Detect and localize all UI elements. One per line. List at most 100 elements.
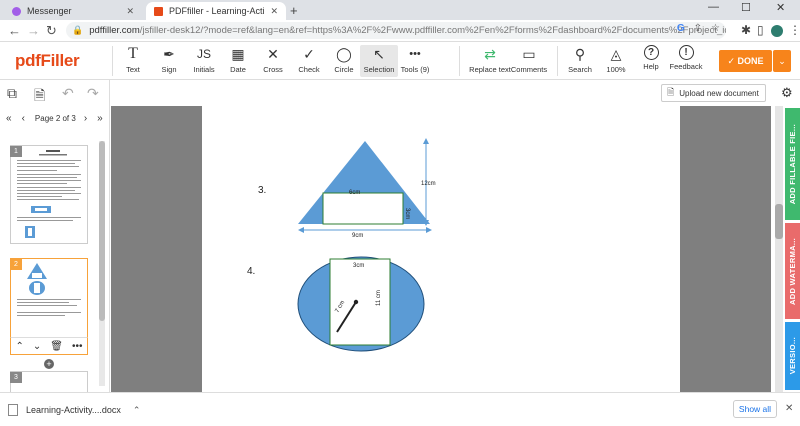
- minimize-button[interactable]: —: [708, 1, 719, 13]
- show-all-button[interactable]: Show all: [733, 400, 777, 418]
- upload-new-document-button[interactable]: 🗎 Upload new document: [661, 84, 766, 102]
- rect-width-label: 3cm: [353, 263, 364, 269]
- gear-icon[interactable]: ⚙: [781, 85, 793, 101]
- center-point: [353, 299, 359, 305]
- close-icon[interactable]: ✕: [270, 6, 278, 17]
- zoom-icon: ◬: [610, 45, 622, 62]
- close-icon[interactable]: ✕: [785, 403, 793, 414]
- close-window-button[interactable]: ✕: [776, 1, 785, 14]
- done-button[interactable]: ✓ DONE: [719, 50, 772, 72]
- new-tab-button[interactable]: +: [290, 3, 298, 18]
- tab-add-watermark[interactable]: ADD WATERMA...: [785, 223, 800, 319]
- replace-text-tool[interactable]: ⇄ Replace text: [469, 45, 511, 75]
- next-page-icon[interactable]: ›: [84, 113, 87, 124]
- tab-messenger[interactable]: Messenger ✕: [4, 2, 142, 20]
- arrowhead: [423, 138, 429, 144]
- date-tool[interactable]: ▦ Date: [219, 45, 257, 75]
- page-actions-bar: ⌃ ⌄ 🗑 •••: [10, 337, 88, 355]
- url-input[interactable]: 🔒 pdffiller.com/jsfiller-desk12/?mode=re…: [66, 22, 726, 39]
- maximize-button[interactable]: ☐: [741, 1, 751, 14]
- document-panel-icon[interactable]: 🗎: [34, 85, 45, 109]
- cursor-icon: ↖: [373, 45, 385, 62]
- avatar[interactable]: [771, 25, 783, 37]
- check-tool[interactable]: ✓ Check: [290, 45, 328, 75]
- reload-icon[interactable]: ↻: [46, 23, 57, 39]
- top-width-label: 6cm: [349, 190, 360, 196]
- download-item[interactable]: Learning-Activity....docx ⌃: [8, 400, 140, 420]
- undo-icon[interactable]: ↶: [62, 85, 74, 102]
- move-up-icon[interactable]: ⌃: [16, 341, 24, 352]
- pdffiller-logo: pdfFiller: [15, 51, 80, 70]
- prev-page-icon[interactable]: ‹: [22, 113, 25, 124]
- document-scrollbar[interactable]: [775, 106, 783, 392]
- pages-panel-icon[interactable]: ⧉: [7, 85, 17, 102]
- page-navigator: « ‹ Page 2 of 3 › »: [0, 110, 110, 126]
- redo-icon[interactable]: ↷: [87, 85, 99, 102]
- circle-icon: ◯: [336, 45, 352, 62]
- page-1-preview: [17, 150, 81, 238]
- help-tool[interactable]: ? Help: [632, 45, 670, 71]
- delete-icon[interactable]: 🗑: [50, 341, 63, 352]
- back-icon[interactable]: ←: [8, 23, 21, 38]
- circle-tool[interactable]: ◯ Circle: [325, 45, 363, 75]
- problem-3-number: 3.: [258, 185, 266, 196]
- more-tools[interactable]: ••• Tools (9): [396, 45, 434, 74]
- sidepanel-icon[interactable]: ▯: [757, 23, 764, 37]
- sidebar-scroll-thumb[interactable]: [99, 141, 105, 321]
- tab-pdffiller[interactable]: PDFfiller - Learning-Activity-Shee ✕: [146, 2, 286, 20]
- extensions-icon[interactable]: ✱: [741, 23, 751, 37]
- tab-add-fillable-fields[interactable]: ADD FILLABLE FIE...: [785, 108, 800, 220]
- search-icon: ⚲: [574, 45, 586, 62]
- geometry-figures: 3. 6cm 3cm 12cm 9cm 4. 3cm 7 cm 11 cm: [247, 138, 436, 352]
- arrowhead: [298, 227, 304, 233]
- initials-tool[interactable]: JS Initials: [185, 45, 223, 74]
- problem-4-number: 4.: [247, 266, 255, 277]
- star-icon[interactable]: ☆: [711, 23, 720, 34]
- done-dropdown-button[interactable]: ⌄: [773, 50, 791, 72]
- first-page-icon[interactable]: «: [6, 113, 12, 124]
- add-page-button[interactable]: +: [44, 359, 54, 369]
- feedback-tool[interactable]: ! Feedback: [667, 45, 705, 71]
- menu-icon[interactable]: ⋮: [789, 23, 800, 37]
- page-number-badge: 3: [10, 372, 22, 383]
- chevron-up-icon[interactable]: ⌃: [133, 405, 141, 416]
- page-indicator: Page 2 of 3: [34, 113, 76, 123]
- more-icon[interactable]: •••: [72, 341, 83, 352]
- initials-icon: JS: [196, 47, 211, 61]
- page-thumbnail-1[interactable]: [10, 145, 88, 244]
- selection-tool[interactable]: ↖ Selection: [360, 45, 398, 77]
- share-icon[interactable]: ⇪: [694, 23, 702, 34]
- zoom-tool[interactable]: ◬ 100%: [597, 45, 635, 75]
- lock-icon: 🔒: [72, 25, 84, 35]
- more-icon: •••: [409, 48, 421, 60]
- search-tool[interactable]: ⚲ Search: [561, 45, 599, 75]
- text-icon: T: [128, 45, 138, 62]
- pdffiller-icon: [154, 6, 163, 16]
- downloads-bar: Learning-Activity....docx ⌃ Show all ✕: [0, 392, 800, 426]
- move-down-icon[interactable]: ⌄: [33, 341, 41, 352]
- document-scroll-thumb[interactable]: [775, 204, 783, 239]
- last-page-icon[interactable]: »: [97, 113, 103, 124]
- rect-height-label: 11 cm: [376, 290, 382, 306]
- comments-tool[interactable]: ▭ Comments: [510, 45, 548, 75]
- download-filename: Learning-Activity....docx: [26, 405, 121, 415]
- cross-tool[interactable]: ✕ Cross: [254, 45, 292, 75]
- side-height-label: 3cm: [404, 208, 410, 219]
- close-icon[interactable]: ✕: [126, 6, 134, 17]
- arrowhead: [426, 227, 432, 233]
- check-icon: ✓: [303, 45, 315, 62]
- page-number-badge: 2: [10, 259, 22, 270]
- forward-icon[interactable]: →: [27, 23, 40, 38]
- height-label: 12cm: [421, 181, 436, 187]
- text-tool[interactable]: T Text: [114, 45, 152, 74]
- tab-versions[interactable]: VERSIO...: [785, 322, 800, 390]
- google-icon[interactable]: G: [677, 23, 685, 34]
- sign-tool[interactable]: ✒ Sign: [150, 45, 188, 75]
- page-number-badge: 1: [10, 146, 22, 157]
- page-thumbnail-2[interactable]: [10, 258, 88, 338]
- comment-icon: ▭: [522, 45, 536, 62]
- rectangle-cutout: [322, 192, 404, 225]
- editor-toolbar: pdfFiller T Text ✒ Sign JS Initials ▦ Da…: [0, 42, 800, 80]
- document-page: 3. 6cm 3cm 12cm 9cm 4. 3cm 7 cm 11 cm: [202, 106, 680, 392]
- divider: [112, 46, 113, 76]
